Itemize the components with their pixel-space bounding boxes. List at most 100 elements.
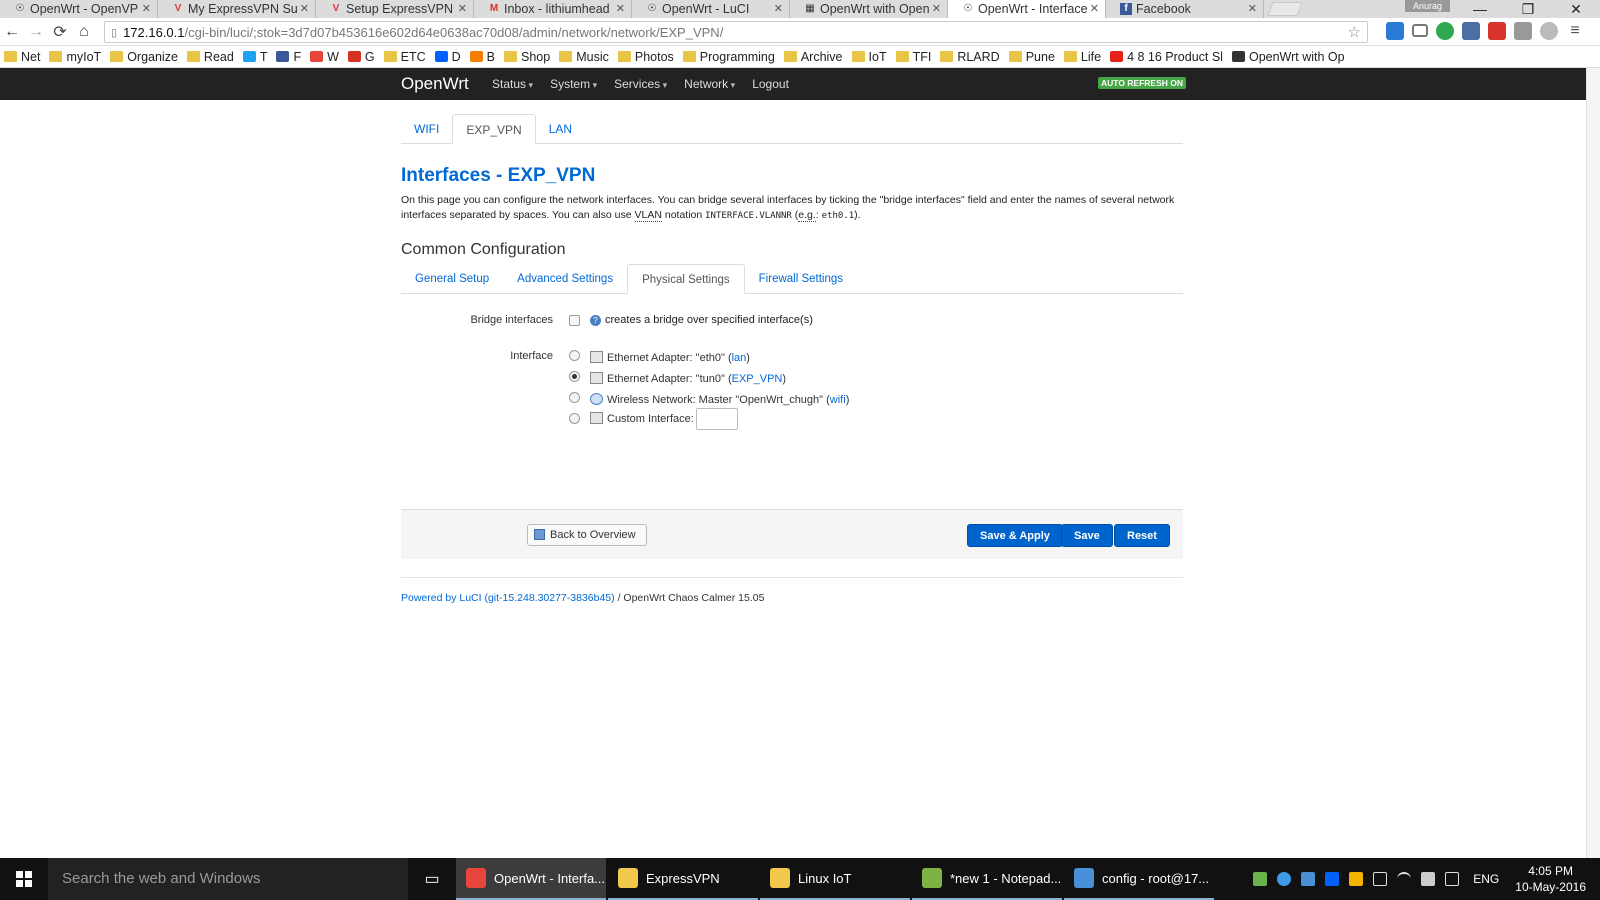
bookmark-item[interactable]: OpenWrt with Op (1231, 50, 1345, 64)
menu-system[interactable]: System (550, 77, 597, 91)
bookmark-item[interactable]: IoT (851, 50, 887, 64)
close-icon[interactable]: ✕ (932, 2, 941, 15)
extension-icon[interactable] (1514, 22, 1532, 40)
custom-interface-input[interactable] (695, 408, 738, 430)
browser-tab-active[interactable]: ☉ OpenWrt - Interface ✕ (948, 0, 1106, 18)
bookmark-item[interactable]: B (469, 50, 495, 64)
bookmark-item[interactable]: Pune (1008, 50, 1055, 64)
browser-tab[interactable]: f Facebook ✕ (1106, 0, 1264, 18)
battery-icon[interactable] (1373, 872, 1388, 886)
tab-firewall-settings[interactable]: Firewall Settings (745, 264, 857, 294)
address-bar[interactable]: ▯ 172.16.0.1/cgi-bin/luci/;stok=3d7d07b4… (104, 21, 1368, 43)
menu-services[interactable]: Services (614, 77, 667, 91)
clock[interactable]: 4:05 PM 10-May-2016 (1515, 863, 1586, 895)
tray-icon[interactable] (1277, 872, 1292, 886)
bookmark-item[interactable]: Archive (783, 50, 843, 64)
scrollbar[interactable] (1586, 68, 1600, 858)
back-to-overview-button[interactable]: Back to Overview (527, 524, 647, 546)
bookmark-item[interactable]: Organize (110, 50, 178, 64)
save-apply-button[interactable]: Save & Apply (967, 524, 1063, 547)
interface-radio-tun0[interactable] (569, 371, 580, 382)
interface-link-exp-vpn[interactable]: EXP_VPN (732, 373, 783, 385)
save-button[interactable]: Save (1061, 524, 1113, 547)
taskbar-app[interactable]: OpenWrt - Interfa... (456, 858, 606, 900)
browser-tab[interactable]: ☉ OpenWrt - OpenVPN ✕ (0, 0, 158, 18)
bookmark-item[interactable]: RLARD (940, 50, 1000, 64)
browser-tab[interactable]: ☉ OpenWrt - LuCI ✕ (632, 0, 790, 18)
bookmark-item[interactable]: Programming (682, 50, 775, 64)
volume-icon[interactable] (1421, 872, 1436, 886)
bookmark-item[interactable]: Music (559, 50, 609, 64)
close-icon[interactable]: ✕ (1248, 2, 1257, 15)
forward-arrow-icon[interactable]: → (24, 23, 48, 41)
reset-button[interactable]: Reset (1114, 524, 1170, 547)
bookmark-item[interactable]: T (242, 50, 267, 64)
restore-icon[interactable]: ❐ (1504, 0, 1552, 18)
menu-network[interactable]: Network (684, 77, 735, 91)
close-icon[interactable]: ✕ (300, 2, 309, 15)
notifications-icon[interactable] (1445, 872, 1460, 886)
browser-tab[interactable]: V Setup ExpressVPN ✕ (316, 0, 474, 18)
interface-link-lan[interactable]: lan (732, 352, 747, 364)
wifi-icon[interactable] (1397, 872, 1412, 886)
interface-radio-custom[interactable] (569, 413, 580, 424)
browser-tab[interactable]: ▦ OpenWrt with Open ✕ (790, 0, 948, 18)
task-view-icon[interactable]: ▭ (408, 869, 456, 889)
brand-logo[interactable]: OpenWrt (401, 74, 469, 94)
home-icon[interactable]: ⌂ (72, 23, 96, 41)
close-icon[interactable]: ✕ (142, 2, 151, 15)
menu-status[interactable]: Status (492, 77, 533, 91)
bookmark-item[interactable]: F (276, 50, 301, 64)
extension-icon[interactable] (1386, 22, 1404, 40)
taskbar-search[interactable]: Search the web and Windows (48, 858, 408, 900)
interface-link-wifi[interactable]: wifi (830, 394, 846, 406)
profile-button[interactable]: Anurag (1404, 0, 1450, 12)
taskbar-app[interactable]: Linux IoT (760, 858, 910, 900)
start-button[interactable] (0, 858, 48, 900)
bookmark-item[interactable]: Shop (504, 50, 550, 64)
bookmark-item[interactable]: W (310, 50, 339, 64)
new-tab-button[interactable] (1267, 2, 1303, 16)
taskbar-app[interactable]: *new 1 - Notepad... (912, 858, 1062, 900)
close-icon[interactable]: ✕ (458, 2, 467, 15)
bridge-checkbox[interactable] (569, 314, 580, 326)
bookmark-item[interactable]: TFI (895, 50, 931, 64)
close-window-icon[interactable]: ✕ (1552, 0, 1600, 18)
tab-lan[interactable]: LAN (536, 114, 585, 144)
taskbar-app[interactable]: ExpressVPN (608, 858, 758, 900)
bookmark-item[interactable]: ETC (383, 50, 426, 64)
menu-icon[interactable]: ≡ (1566, 22, 1584, 40)
bookmark-item[interactable]: Net (4, 50, 40, 64)
extension-icon[interactable] (1488, 22, 1506, 40)
menu-logout[interactable]: Logout (752, 77, 789, 91)
tab-wifi[interactable]: WIFI (401, 114, 452, 144)
minimize-icon[interactable]: — (1456, 0, 1504, 18)
tab-advanced-settings[interactable]: Advanced Settings (503, 264, 627, 294)
language-indicator[interactable]: ENG (1473, 872, 1499, 886)
bookmark-item[interactable]: Photos (617, 50, 674, 64)
bluetooth-icon[interactable] (1301, 872, 1316, 886)
tray-icon[interactable] (1253, 872, 1268, 886)
tab-physical-settings[interactable]: Physical Settings (627, 264, 745, 294)
star-icon[interactable]: ☆ (1348, 23, 1361, 41)
interface-radio-eth0[interactable] (569, 350, 580, 361)
tab-exp-vpn[interactable]: EXP_VPN (452, 114, 536, 144)
back-arrow-icon[interactable]: ← (0, 23, 24, 41)
reload-icon[interactable]: ⟳ (48, 22, 72, 42)
auto-refresh-badge[interactable]: AUTO REFRESH ON (1098, 77, 1187, 89)
close-icon[interactable]: ✕ (774, 2, 783, 15)
extension-icon[interactable] (1436, 22, 1454, 40)
extension-icon[interactable] (1462, 22, 1480, 40)
taskbar-app[interactable]: config - root@17... (1064, 858, 1214, 900)
close-icon[interactable]: ✕ (616, 2, 625, 15)
bookmark-item[interactable]: D (434, 50, 461, 64)
dropbox-icon[interactable] (1325, 872, 1340, 886)
bookmark-item[interactable]: Life (1063, 50, 1101, 64)
bookmark-item[interactable]: 4 8 16 Product Sl (1110, 50, 1223, 64)
close-icon[interactable]: ✕ (1090, 2, 1099, 15)
bookmark-item[interactable]: Read (186, 50, 234, 64)
interface-radio-wifi[interactable] (569, 392, 580, 403)
bookmark-item[interactable]: G (347, 50, 375, 64)
tab-general-setup[interactable]: General Setup (401, 264, 503, 294)
drive-icon[interactable] (1349, 872, 1364, 886)
